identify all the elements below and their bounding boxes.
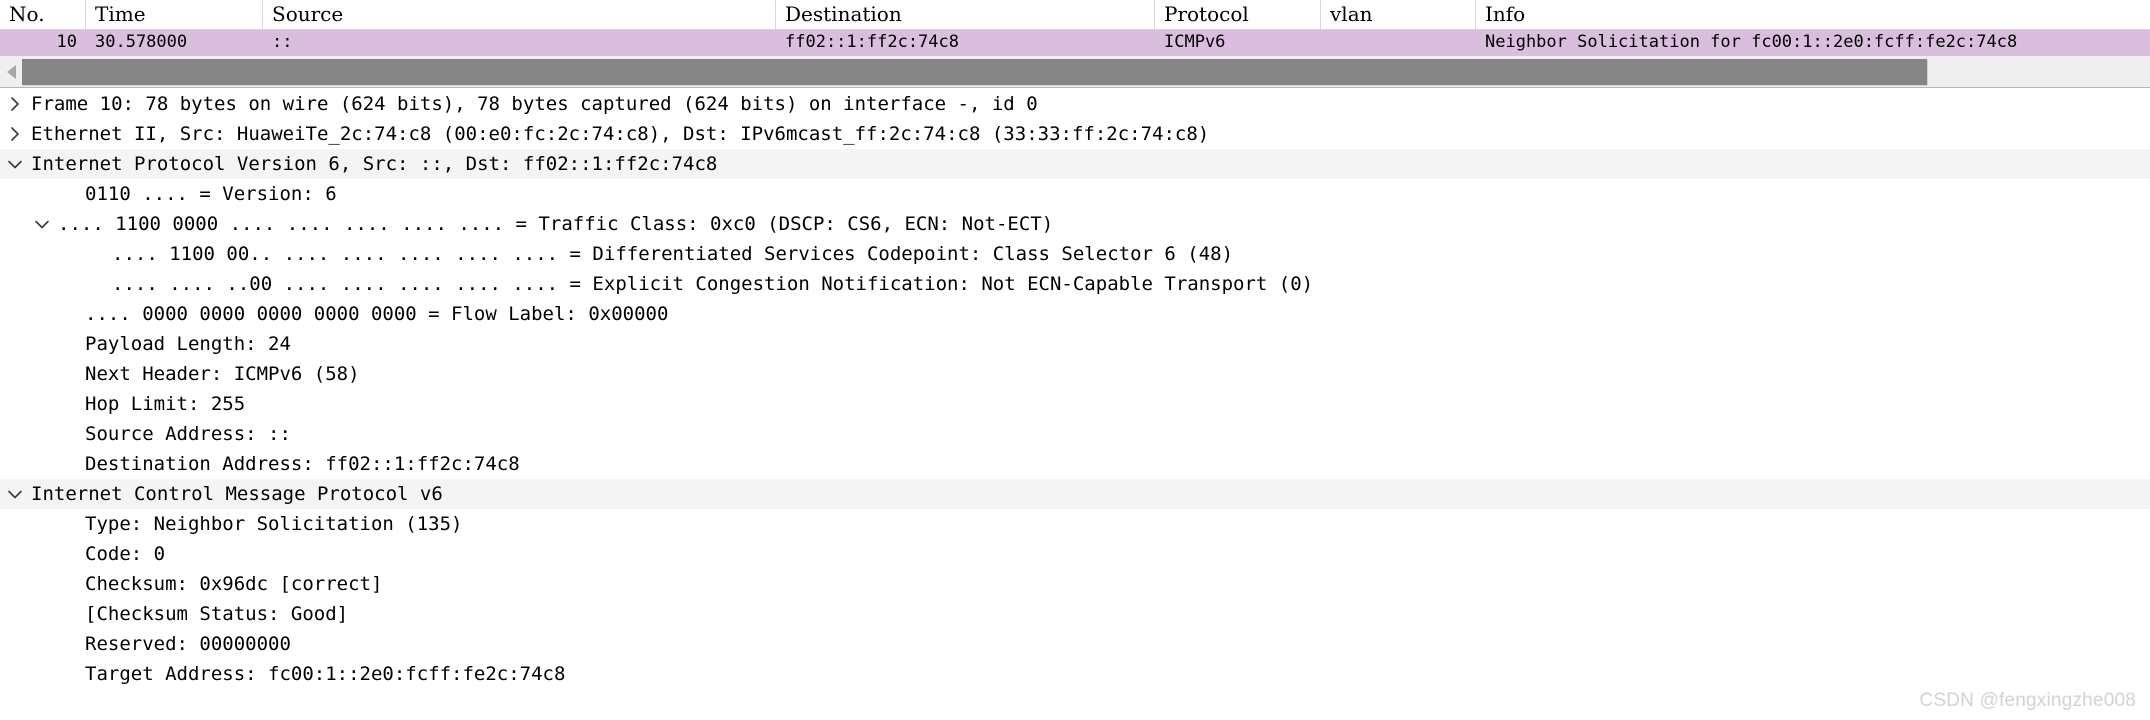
detail-tree-label: Next Header: ICMPv6 (58): [85, 363, 360, 385]
detail-tree-row[interactable]: Destination Address: ff02::1:ff2c:74c8: [0, 449, 2150, 479]
packet-cell-destination: ff02::1:ff2c:74c8: [785, 32, 959, 52]
detail-tree-row[interactable]: 0110 .... = Version: 6: [0, 179, 2150, 209]
scrollbar-thumb[interactable]: [22, 59, 1927, 85]
detail-tree-row[interactable]: Internet Protocol Version 6, Src: ::, Ds…: [0, 149, 2150, 179]
detail-tree-row[interactable]: [Checksum Status: Good]: [0, 599, 2150, 629]
chevron-down-icon[interactable]: [32, 209, 52, 239]
detail-tree-label: Checksum: 0x96dc [correct]: [85, 573, 383, 595]
detail-tree-label: [Checksum Status: Good]: [85, 603, 349, 625]
packet-list-row-selected[interactable]: 10 30.578000:: ff02::1:ff2c:74c8 ICMPv6 Neig…: [0, 30, 2150, 56]
detail-tree-row[interactable]: .... .... ..00 .... .... .... .... .... …: [0, 269, 2150, 299]
detail-tree-label: .... 1100 00.. .... .... .... .... .... …: [112, 243, 1234, 265]
wireshark-packet-detail-window: No. Time Source Destination Protocol vlan Info…: [0, 0, 2150, 720]
detail-tree-label: Internet Protocol Version 6, Src: ::, Ds…: [31, 153, 718, 175]
left-triangle-glyph: [6, 65, 16, 79]
watermark-text: CSDN @fengxingzhe008: [1919, 690, 2136, 711]
detail-tree-label: Type: Neighbor Solicitation (135): [85, 513, 463, 535]
detail-tree-label: Destination Address: ff02::1:ff2c:74c8: [85, 453, 520, 475]
detail-tree-row[interactable]: Ethernet II, Src: HuaweiTe_2c:74:c8 (00:…: [0, 119, 2150, 149]
scrollbar-track[interactable]: [22, 58, 2132, 86]
packet-cell-info: Neighbor Solicitation for fc00:1::2e0:fc…: [1485, 32, 2018, 52]
column-header-time[interactable]: Time: [86, 0, 263, 29]
column-header-destination[interactable]: Destination: [776, 0, 1155, 29]
packet-cell-no: 10: [56, 32, 77, 52]
packet-list-pane: No. Time Source Destination Protocol vlan Info…: [0, 0, 2150, 56]
detail-tree-row[interactable]: .... 0000 0000 0000 0000 0000 = Flow Lab…: [0, 299, 2150, 329]
detail-tree-row[interactable]: Code: 0: [0, 539, 2150, 569]
detail-tree-row[interactable]: Type: Neighbor Solicitation (135): [0, 509, 2150, 539]
detail-tree-label: Hop Limit: 255: [85, 393, 246, 415]
detail-tree-label: .... .... ..00 .... .... .... .... .... …: [112, 273, 1314, 295]
detail-tree-row[interactable]: Checksum: 0x96dc [correct]: [0, 569, 2150, 599]
detail-tree-row[interactable]: .... 1100 0000 .... .... .... .... .... …: [0, 209, 2150, 239]
detail-tree-label: Reserved: 00000000: [85, 633, 291, 655]
detail-tree-label: Ethernet II, Src: HuaweiTe_2c:74:c8 (00:…: [31, 123, 1210, 145]
detail-tree-label: Payload Length: 24: [85, 333, 291, 355]
detail-tree-label: Target Address: fc00:1::2e0:fcff:fe2c:74…: [85, 663, 566, 685]
chevron-down-icon[interactable]: [5, 149, 25, 179]
detail-tree-row[interactable]: Target Address: fc00:1::2e0:fcff:fe2c:74…: [0, 659, 2150, 689]
chevron-right-icon[interactable]: [5, 89, 25, 119]
chevron-right-icon[interactable]: [5, 119, 25, 149]
detail-tree-row[interactable]: Hop Limit: 255: [0, 389, 2150, 419]
detail-tree-row[interactable]: Reserved: 00000000: [0, 629, 2150, 659]
column-header-source[interactable]: Source: [263, 0, 776, 29]
detail-tree-label: Internet Control Message Protocol v6: [31, 483, 443, 505]
detail-tree-label: 0110 .... = Version: 6: [85, 183, 337, 205]
packet-list-header: No. Time Source Destination Protocol vlan Info: [0, 0, 2150, 30]
scroll-left-arrow-icon[interactable]: [0, 59, 22, 85]
detail-tree-label: .... 1100 0000 .... .... .... .... .... …: [58, 213, 1054, 235]
detail-tree-row[interactable]: .... 1100 00.. .... .... .... .... .... …: [0, 239, 2150, 269]
chevron-down-icon[interactable]: [5, 479, 25, 509]
packet-list-horizontal-scrollbar[interactable]: [0, 56, 2150, 88]
detail-tree-row[interactable]: Internet Control Message Protocol v6: [0, 479, 2150, 509]
packet-cell-protocol: ICMPv6: [1164, 32, 1226, 52]
column-header-info[interactable]: Info: [1476, 0, 2150, 29]
column-header-protocol[interactable]: Protocol: [1155, 0, 1321, 29]
packet-cell-vlan: [1321, 30, 1476, 56]
detail-tree-label: Source Address: ::: [85, 423, 291, 445]
packet-cell-time: 30.578000: [95, 32, 188, 52]
detail-tree-label: Code: 0: [85, 543, 166, 565]
detail-tree-label: Frame 10: 78 bytes on wire (624 bits), 7…: [31, 93, 1038, 115]
detail-tree-label: .... 0000 0000 0000 0000 0000 = Flow Lab…: [85, 303, 669, 325]
detail-tree-row[interactable]: Payload Length: 24: [0, 329, 2150, 359]
detail-tree-row[interactable]: Source Address: ::: [0, 419, 2150, 449]
column-header-no[interactable]: No.: [0, 0, 86, 29]
packet-cell-source: ::: [272, 32, 293, 52]
packet-details-pane[interactable]: Frame 10: 78 bytes on wire (624 bits), 7…: [0, 89, 2150, 720]
detail-tree-row[interactable]: Next Header: ICMPv6 (58): [0, 359, 2150, 389]
detail-tree-row[interactable]: Frame 10: 78 bytes on wire (624 bits), 7…: [0, 89, 2150, 119]
column-header-vlan[interactable]: vlan: [1321, 0, 1476, 29]
